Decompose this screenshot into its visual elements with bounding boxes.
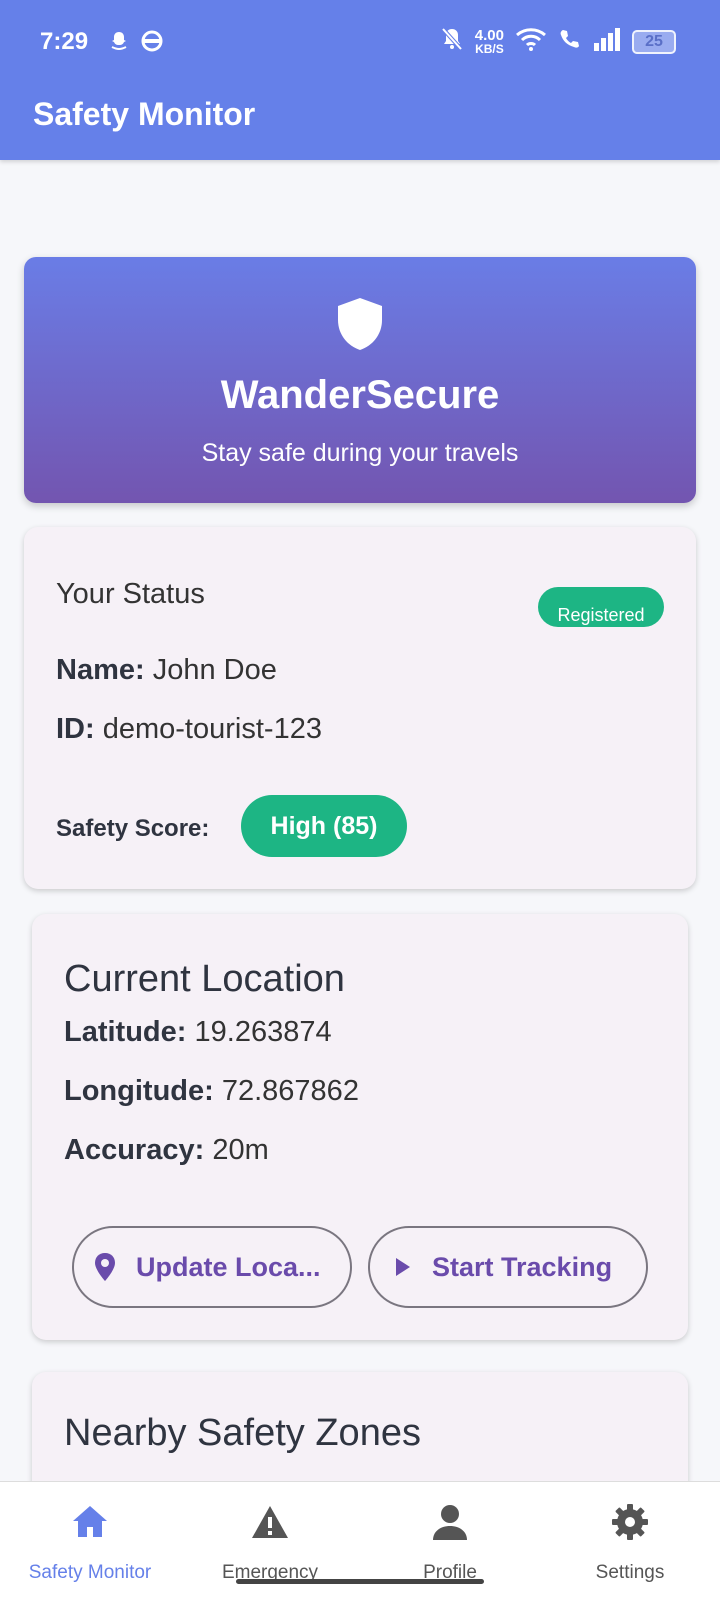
id-label: ID: (56, 713, 95, 745)
latitude-row: Latitude: 19.263874 (64, 1016, 332, 1049)
longitude-label: Longitude: (64, 1075, 214, 1107)
status-heading: Your Status (56, 578, 205, 610)
name-label: Name: (56, 654, 145, 686)
wifi-icon (514, 26, 548, 57)
wifi-calling-icon (558, 27, 582, 56)
status-notification-icons (108, 30, 164, 57)
latitude-value: 19.263874 (194, 1016, 332, 1048)
latitude-label: Latitude: (64, 1016, 187, 1048)
update-location-label: Update Loca... (136, 1251, 321, 1282)
hero-subtitle: Stay safe during your travels (201, 439, 519, 467)
snapchat-icon (108, 30, 130, 57)
signal-icon (592, 27, 622, 56)
network-speed-value: 4.00 (474, 27, 504, 44)
accuracy-row: Accuracy: 20m (64, 1134, 269, 1167)
update-location-button[interactable]: Update Loca... (72, 1226, 352, 1308)
hero-banner: WanderSecure Stay safe during your trave… (24, 257, 696, 503)
name-row: Name: John Doe (56, 654, 277, 687)
mute-icon (439, 26, 465, 57)
gear-icon (610, 1502, 650, 1542)
home-icon (70, 1502, 110, 1542)
warning-icon (250, 1502, 290, 1542)
status-bar: 7:29 4.00 KB/S 25 (0, 18, 720, 66)
battery-indicator: 25 (632, 29, 676, 54)
safety-zones-heading: Nearby Safety Zones (64, 1412, 421, 1454)
page-title: Safety Monitor (33, 96, 256, 132)
nav-item-settings[interactable]: Settings (540, 1482, 720, 1600)
longitude-row: Longitude: 72.867862 (64, 1075, 359, 1108)
name-value: John Doe (152, 654, 277, 686)
home-indicator[interactable] (236, 1579, 484, 1584)
play-icon (394, 1256, 412, 1278)
network-speed-unit: KB/S (475, 42, 504, 56)
registered-badge: Registered (538, 587, 664, 627)
network-speed: 4.00 KB/S (475, 28, 504, 55)
safety-score-label: Safety Score: (56, 815, 210, 842)
id-row: ID: demo-tourist-123 (56, 713, 322, 746)
location-card: Current Location Latitude: 19.263874 Lon… (32, 914, 688, 1340)
status-system-icons: 4.00 KB/S 25 (439, 26, 676, 57)
person-icon (430, 1502, 470, 1542)
start-tracking-button[interactable]: Start Tracking (368, 1226, 648, 1308)
app-header: 7:29 4.00 KB/S 25 Safety Monitor (0, 0, 720, 160)
location-pin-icon (94, 1252, 116, 1282)
status-time: 7:29 (40, 28, 89, 55)
nav-label-settings: Settings (595, 1562, 665, 1583)
shield-icon (330, 293, 390, 358)
location-heading: Current Location (64, 958, 345, 1000)
accuracy-value: 20m (212, 1134, 269, 1166)
start-tracking-label: Start Tracking (432, 1251, 613, 1282)
status-card: Your Status Registered Name: John Doe ID… (24, 527, 696, 889)
transit-icon (140, 30, 164, 57)
accuracy-label: Accuracy: (64, 1134, 205, 1166)
longitude-value: 72.867862 (221, 1075, 359, 1107)
nav-label-safety-monitor: Safety Monitor (28, 1562, 152, 1583)
id-value: demo-tourist-123 (102, 713, 322, 745)
nav-item-safety-monitor[interactable]: Safety Monitor (0, 1482, 180, 1600)
hero-title: WanderSecure (220, 373, 500, 417)
safety-score-badge: High (85) (241, 795, 407, 857)
